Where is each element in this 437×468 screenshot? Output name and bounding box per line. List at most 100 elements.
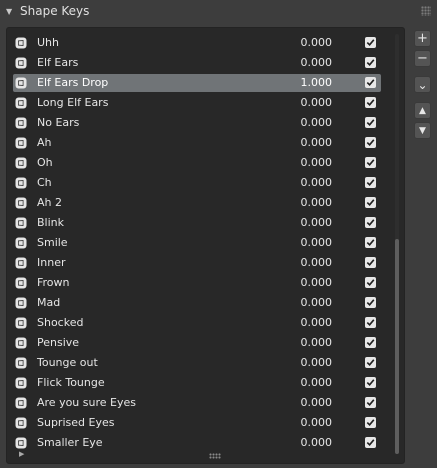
shape-key-name[interactable]: No Ears — [37, 116, 79, 129]
shape-key-row[interactable]: Pensive 0.000 — [7, 333, 404, 353]
shape-key-value[interactable]: 0.000 — [295, 376, 333, 389]
shape-key-icon — [15, 377, 27, 389]
shape-key-name[interactable]: Ah 2 — [37, 196, 62, 209]
shape-key-mute-checkbox[interactable] — [365, 177, 376, 188]
shape-key-mute-checkbox[interactable] — [365, 137, 376, 148]
shape-key-mute-checkbox[interactable] — [365, 117, 376, 128]
shape-key-row[interactable]: Flick Tounge 0.000 — [7, 373, 404, 393]
shape-key-row[interactable]: Elf Ears Drop 1.000 — [7, 73, 404, 93]
shape-key-mute-checkbox[interactable] — [365, 397, 376, 408]
shape-key-name[interactable]: Smaller Eye — [37, 436, 103, 449]
shape-key-row[interactable]: Smaller Eye 0.000 — [7, 433, 404, 453]
scrollbar-thumb[interactable] — [395, 239, 399, 454]
shape-key-name[interactable]: Suprised Eyes — [37, 416, 114, 429]
shape-key-mute-checkbox[interactable] — [365, 157, 376, 168]
shape-key-mute-checkbox[interactable] — [365, 277, 376, 288]
shape-key-row[interactable]: Shocked 0.000 — [7, 313, 404, 333]
shape-key-name[interactable]: Blink — [37, 216, 64, 229]
shape-key-value[interactable]: 0.000 — [295, 196, 333, 209]
move-down-button[interactable]: ▼ — [414, 122, 431, 139]
shape-key-name[interactable]: Are you sure Eyes — [37, 396, 136, 409]
shape-key-value[interactable]: 0.000 — [295, 36, 333, 49]
shape-key-row[interactable]: Suprised Eyes 0.000 — [7, 413, 404, 433]
shape-key-specials-button[interactable]: ⌄ — [414, 76, 431, 93]
shape-key-value[interactable]: 0.000 — [295, 136, 333, 149]
shape-key-row[interactable]: Oh 0.000 — [7, 153, 404, 173]
shape-key-mute-checkbox[interactable] — [365, 37, 376, 48]
shape-key-name[interactable]: Pensive — [37, 336, 79, 349]
shape-key-row[interactable]: Tounge out 0.000 — [7, 353, 404, 373]
shape-key-mute-checkbox[interactable] — [365, 437, 376, 448]
shape-key-value[interactable]: 0.000 — [295, 276, 333, 289]
shape-key-mute-checkbox[interactable] — [365, 337, 376, 348]
move-up-button[interactable]: ▲ — [414, 102, 431, 119]
shape-key-name[interactable]: Elf Ears — [37, 56, 78, 69]
shape-key-row[interactable]: No Ears 0.000 — [7, 113, 404, 133]
shape-key-mute-checkbox[interactable] — [365, 377, 376, 388]
shape-key-mute-checkbox[interactable] — [365, 77, 376, 88]
collapse-arrow-icon[interactable]: ▼ — [6, 7, 14, 16]
shape-key-mute-checkbox[interactable] — [365, 317, 376, 328]
add-shape-key-button[interactable]: + — [414, 30, 431, 47]
shape-key-name[interactable]: Frown — [37, 276, 70, 289]
checkmark-icon — [366, 59, 375, 66]
shape-key-value[interactable]: 0.000 — [295, 436, 333, 449]
shape-key-row[interactable]: Frown 0.000 — [7, 273, 404, 293]
shape-key-name[interactable]: Inner — [37, 256, 65, 269]
shape-key-value[interactable]: 0.000 — [295, 336, 333, 349]
shape-key-value[interactable]: 0.000 — [295, 296, 333, 309]
filter-options-arrow-icon[interactable]: ▶ — [19, 450, 24, 458]
shape-key-row[interactable]: Long Elf Ears 0.000 — [7, 93, 404, 113]
shape-key-value[interactable]: 0.000 — [295, 216, 333, 229]
shape-key-list[interactable]: Uhh 0.000 Elf Ears 0.000 Elf Ears Drop 1.000 L… — [6, 27, 405, 464]
shape-key-value[interactable]: 0.000 — [295, 56, 333, 69]
shape-key-value[interactable]: 0.000 — [295, 116, 333, 129]
shape-key-name[interactable]: Ch — [37, 176, 52, 189]
shape-key-mute-checkbox[interactable] — [365, 257, 376, 268]
shape-key-value[interactable]: 0.000 — [295, 316, 333, 329]
shape-key-value[interactable]: 0.000 — [295, 256, 333, 269]
shape-key-value[interactable]: 0.000 — [295, 156, 333, 169]
remove-shape-key-button[interactable]: − — [414, 50, 431, 67]
shape-key-mute-checkbox[interactable] — [365, 217, 376, 228]
shape-key-row[interactable]: Blink 0.000 — [7, 213, 404, 233]
shape-key-name[interactable]: Flick Tounge — [37, 376, 105, 389]
shape-key-row[interactable]: Ah 2 0.000 — [7, 193, 404, 213]
shape-key-name[interactable]: Elf Ears Drop — [37, 76, 108, 89]
shape-key-name[interactable]: Long Elf Ears — [37, 96, 108, 109]
shape-key-value[interactable]: 0.000 — [295, 356, 333, 369]
shape-key-icon — [15, 337, 27, 349]
shape-key-name[interactable]: Oh — [37, 156, 53, 169]
shape-key-row[interactable]: Are you sure Eyes 0.000 — [7, 393, 404, 413]
shape-key-mute-checkbox[interactable] — [365, 357, 376, 368]
shape-key-value[interactable]: 0.000 — [295, 236, 333, 249]
shape-key-name[interactable]: Shocked — [37, 316, 83, 329]
shape-key-value[interactable]: 1.000 — [295, 76, 333, 89]
list-resize-grip[interactable] — [209, 453, 221, 459]
shape-key-row[interactable]: Uhh 0.000 — [7, 33, 404, 53]
shape-key-name[interactable]: Mad — [37, 296, 60, 309]
shape-key-mute-checkbox[interactable] — [365, 237, 376, 248]
shape-key-name[interactable]: Ah — [37, 136, 52, 149]
shape-key-row[interactable]: Inner 0.000 — [7, 253, 404, 273]
shape-key-value[interactable]: 0.000 — [295, 396, 333, 409]
shape-key-mute-checkbox[interactable] — [365, 417, 376, 428]
drag-grip-icon[interactable] — [421, 6, 431, 16]
shape-key-row[interactable]: Ch 0.000 — [7, 173, 404, 193]
shape-key-value[interactable]: 0.000 — [295, 96, 333, 109]
shape-key-value[interactable]: 0.000 — [295, 416, 333, 429]
shape-key-value[interactable]: 0.000 — [295, 176, 333, 189]
shape-keys-panel-header[interactable]: ▼ Shape Keys — [0, 0, 437, 22]
shape-key-mute-checkbox[interactable] — [365, 57, 376, 68]
shape-key-name[interactable]: Uhh — [37, 36, 59, 49]
shape-key-name[interactable]: Tounge out — [37, 356, 98, 369]
shape-key-mute-checkbox[interactable] — [365, 297, 376, 308]
shape-key-row[interactable]: Mad 0.000 — [7, 293, 404, 313]
shape-key-name[interactable]: Smile — [37, 236, 68, 249]
shape-key-mute-checkbox[interactable] — [365, 97, 376, 108]
shape-key-row[interactable]: Elf Ears 0.000 — [7, 53, 404, 73]
shape-key-row[interactable]: Smile 0.000 — [7, 233, 404, 253]
shape-key-mute-checkbox[interactable] — [365, 197, 376, 208]
scrollbar[interactable] — [395, 34, 399, 454]
shape-key-row[interactable]: Ah 0.000 — [7, 133, 404, 153]
